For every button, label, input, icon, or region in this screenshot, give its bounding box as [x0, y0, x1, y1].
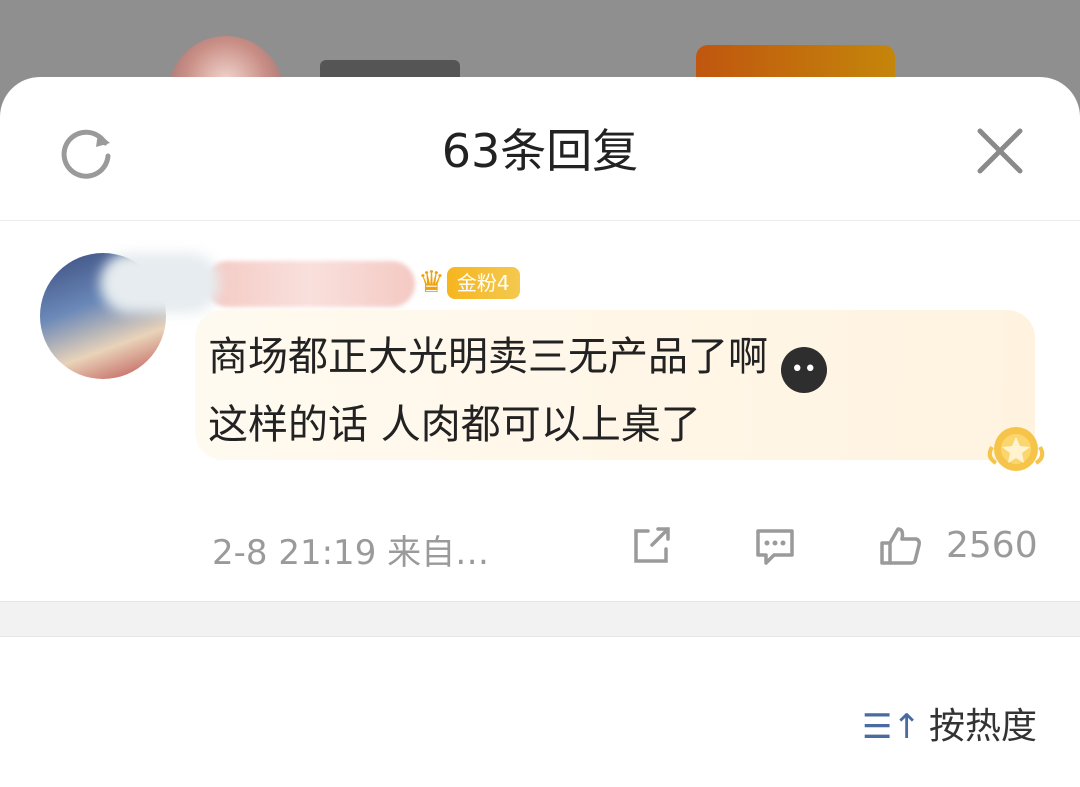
close-icon[interactable]	[974, 125, 1026, 177]
section-divider	[0, 601, 1080, 637]
comment-text: 商场都正大光明卖三无产品了啊 •• 这样的话 人肉都可以上桌了	[208, 325, 1008, 457]
sort-label: 按热度	[928, 706, 1037, 747]
sheet-header: 63条回复	[0, 77, 1080, 221]
commenter-name-obscured[interactable]	[205, 261, 415, 307]
thumbs-up-icon[interactable]	[878, 523, 924, 569]
comment-line-2: 这样的话 人肉都可以上桌了	[208, 402, 701, 448]
share-icon[interactable]	[628, 523, 674, 569]
fan-badge-label: 金粉4	[446, 267, 520, 299]
page-title: 63条回复	[441, 124, 639, 178]
fan-badge[interactable]: ♛ 金粉4	[418, 265, 520, 301]
star-badge-icon	[987, 427, 1045, 471]
crown-icon: ♛	[418, 265, 445, 300]
like-count: 2560	[946, 525, 1038, 566]
avatar-frame-blur	[100, 253, 220, 313]
sort-icon: ☰↑	[862, 707, 921, 747]
sort-by-heat-button[interactable]: ☰↑ 按热度	[862, 697, 1037, 749]
crying-emoji-icon: ••	[780, 347, 827, 393]
replies-sheet: 63条回复 ♛ 金粉4 商场都正大光明卖三无产品了啊 •• 这样的话 人肉都可以…	[0, 77, 1080, 787]
comment-meta: 2-8 21:19 来自…	[212, 533, 490, 573]
comment-line-1: 商场都正大光明卖三无产品了啊	[208, 334, 768, 380]
comment-icon[interactable]	[752, 523, 798, 569]
